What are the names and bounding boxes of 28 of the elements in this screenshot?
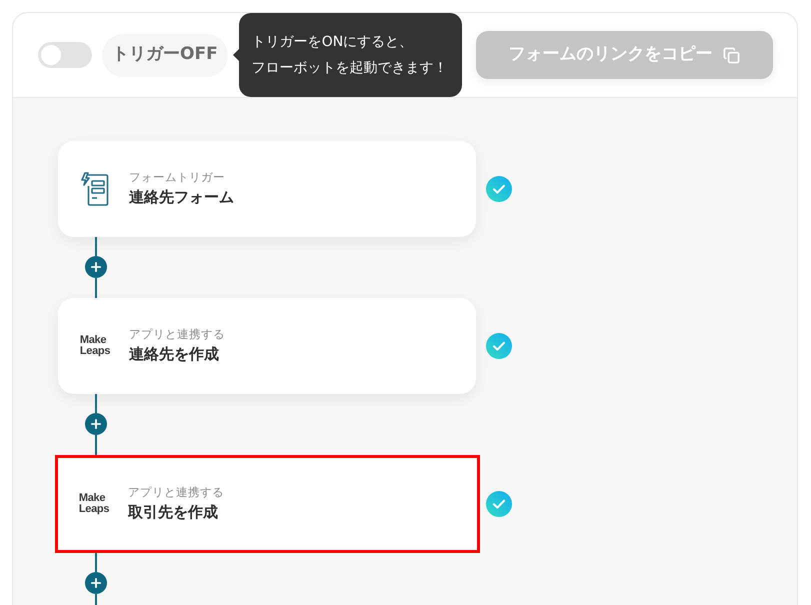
step-card[interactable]: Make Leaps アプリと連携する 取引先を作成 [55, 455, 480, 553]
tooltip-text: フローボットを起動できます！ [252, 59, 448, 78]
plus-icon [89, 260, 103, 274]
toggle-switch[interactable] [38, 42, 92, 68]
add-step-button[interactable] [85, 256, 107, 278]
step-caption: アプリと連携する [129, 326, 225, 342]
app-logo: Make Leaps [80, 335, 110, 357]
plus-icon [89, 576, 103, 590]
connector-line [95, 237, 97, 256]
app-logo: Make Leaps [78, 493, 110, 515]
plus-icon [89, 417, 103, 431]
connector-line [95, 435, 97, 455]
step-caption: フォームトリガー [129, 169, 226, 185]
connector-line [95, 394, 97, 413]
step-caption: アプリと連携する [128, 484, 224, 500]
copy-icon [722, 46, 740, 64]
connector-line [95, 553, 97, 572]
trigger-status-label: トリガーOFF [102, 34, 228, 76]
form-document-icon [81, 172, 109, 206]
step-title: 連絡先を作成 [129, 344, 220, 365]
step-card[interactable]: フォームトリガー 連絡先フォーム [58, 141, 476, 237]
add-step-button[interactable] [85, 413, 107, 435]
step-title: 取引先を作成 [128, 502, 219, 523]
step-card[interactable]: Make Leaps アプリと連携する 連絡先を作成 [58, 298, 476, 394]
tooltip-text: トリガーをONにすると、 [252, 33, 414, 52]
connector-line [95, 278, 97, 298]
add-step-button[interactable] [85, 572, 107, 594]
step-title: 連絡先フォーム [129, 187, 234, 208]
